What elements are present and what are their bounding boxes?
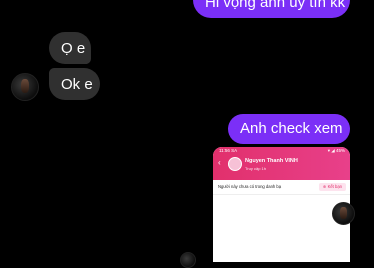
add-friend-button: ⊕ Kết bạn (318, 183, 346, 191)
stranger-notice-bar: Người này chưa có trong danh bạ ⊕ Kết bạ… (213, 180, 350, 195)
incoming-message-bubble[interactable]: Ọ e (49, 32, 91, 64)
back-arrow-icon: ‹ (218, 158, 221, 167)
outgoing-message-bubble[interactable]: Hi vọng anh uy tín kk (193, 0, 350, 18)
contact-avatar (228, 157, 242, 171)
stranger-notice-text: Người này chưa có trong danh bạ (218, 184, 282, 189)
add-friend-label: Kết bạn (327, 184, 342, 189)
outgoing-message-bubble[interactable]: Anh check xem (228, 114, 350, 144)
screenshot-chat-header: 11:56 SA ▾ ◢ 45% ‹ Nguyen Thanh VINH Tru… (213, 147, 350, 180)
sender-avatar[interactable] (11, 73, 39, 101)
status-icons: ▾ ◢ 45% (327, 148, 345, 153)
message-text: Ọ e (61, 40, 86, 57)
read-receipt-avatar (332, 202, 355, 225)
contact-name: Nguyen Thanh VINH (245, 158, 298, 164)
shared-screenshot-image[interactable]: 11:56 SA ▾ ◢ 45% ‹ Nguyen Thanh VINH Tru… (213, 147, 350, 262)
message-text: Hi vọng anh uy tín kk (205, 0, 346, 11)
incoming-message-bubble[interactable]: Ok e (49, 68, 100, 100)
status-time: 11:56 SA (219, 148, 238, 153)
message-text: Anh check xem (240, 120, 343, 137)
contact-status: Truy cập 1h (245, 166, 266, 171)
message-text: Ok e (61, 76, 93, 93)
typing-avatar (180, 252, 196, 268)
